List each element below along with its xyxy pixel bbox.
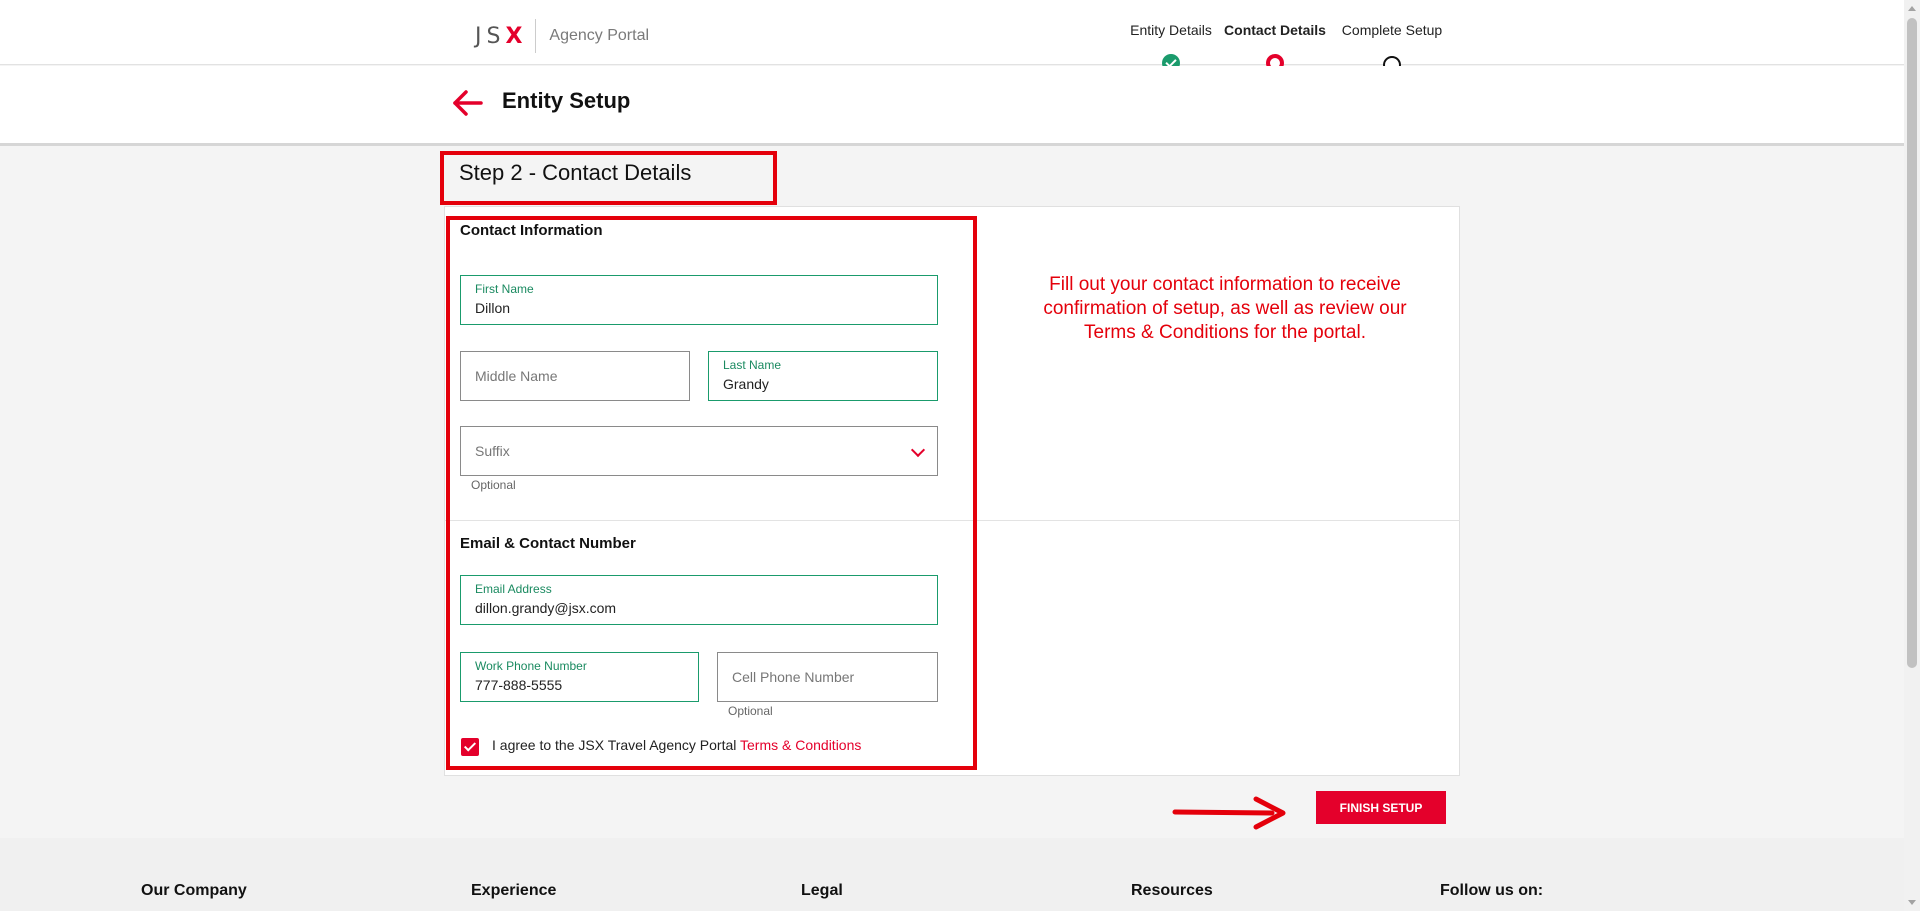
terms-text: I agree to the JSX Travel Agency Portal [492, 737, 740, 753]
arrow-right-icon [1172, 796, 1286, 830]
chevron-down-icon [910, 442, 926, 458]
scroll-up-icon[interactable] [1908, 6, 1916, 11]
middle-name-field[interactable]: Middle Name [460, 351, 690, 401]
suffix-placeholder: Suffix [475, 443, 510, 459]
terms-checkbox[interactable] [461, 738, 479, 756]
email-contact-heading: Email & Contact Number [460, 535, 636, 552]
cell-phone-field[interactable]: Cell Phone Number [717, 652, 938, 702]
suffix-select[interactable]: Suffix [460, 426, 938, 476]
step-title: Step 2 - Contact Details [459, 160, 692, 185]
work-phone-value: 777-888-5555 [475, 677, 563, 693]
page-title: Entity Setup [502, 88, 631, 113]
vertical-scrollbar[interactable] [1904, 0, 1920, 911]
middle-name-placeholder: Middle Name [475, 368, 558, 384]
first-name-label: First Name [475, 282, 534, 296]
scroll-thumb[interactable] [1907, 18, 1917, 668]
work-phone-label: Work Phone Number [475, 659, 587, 673]
email-value: dillon.grandy@jsx.com [475, 600, 617, 616]
email-label: Email Address [475, 582, 552, 596]
page-header: Entity Setup [0, 66, 1904, 146]
terms-conditions-link[interactable]: Terms & Conditions [740, 737, 861, 753]
footer-our-company[interactable]: Our Company [141, 882, 247, 900]
logo-divider [535, 19, 537, 53]
work-phone-field[interactable]: Work Phone Number 777-888-5555 [460, 652, 699, 702]
last-name-value: Grandy [723, 376, 769, 392]
site-footer: Our Company Experience Legal Resources F… [0, 838, 1904, 911]
terms-agreement-text: I agree to the JSX Travel Agency Portal … [492, 737, 861, 753]
email-field[interactable]: Email Address dillon.grandy@jsx.com [460, 575, 938, 625]
last-name-label: Last Name [723, 358, 782, 372]
arrow-left-icon[interactable] [450, 86, 484, 120]
scroll-down-icon[interactable] [1908, 900, 1916, 905]
step-label-complete-setup: Complete Setup [1341, 22, 1443, 38]
footer-follow-us[interactable]: Follow us on: [1440, 882, 1543, 900]
top-header: JSX Agency Portal Entity Details Contact… [0, 0, 1904, 74]
step-label-contact-details: Contact Details [1224, 22, 1326, 38]
cell-phone-placeholder: Cell Phone Number [732, 669, 855, 685]
jsx-logo[interactable]: JSX Agency Portal [475, 19, 649, 53]
last-name-field[interactable]: Last Name Grandy [708, 351, 938, 401]
portal-label: Agency Portal [549, 27, 650, 44]
footer-legal[interactable]: Legal [801, 882, 843, 900]
cell-phone-optional-hint: Optional [728, 704, 773, 718]
suffix-optional-hint: Optional [471, 478, 516, 492]
step-label-entity-details: Entity Details [1130, 22, 1212, 38]
logo-wordmark: JSX [475, 23, 528, 49]
first-name-field[interactable]: First Name Dillon [460, 275, 938, 325]
first-name-value: Dillon [475, 300, 511, 316]
finish-setup-button[interactable]: FINISH SETUP [1316, 791, 1446, 824]
footer-resources[interactable]: Resources [1131, 882, 1213, 900]
footer-experience[interactable]: Experience [471, 882, 556, 900]
instruction-annotation: Fill out your contact information to rec… [1043, 274, 1407, 343]
contact-info-heading: Contact Information [460, 222, 603, 239]
